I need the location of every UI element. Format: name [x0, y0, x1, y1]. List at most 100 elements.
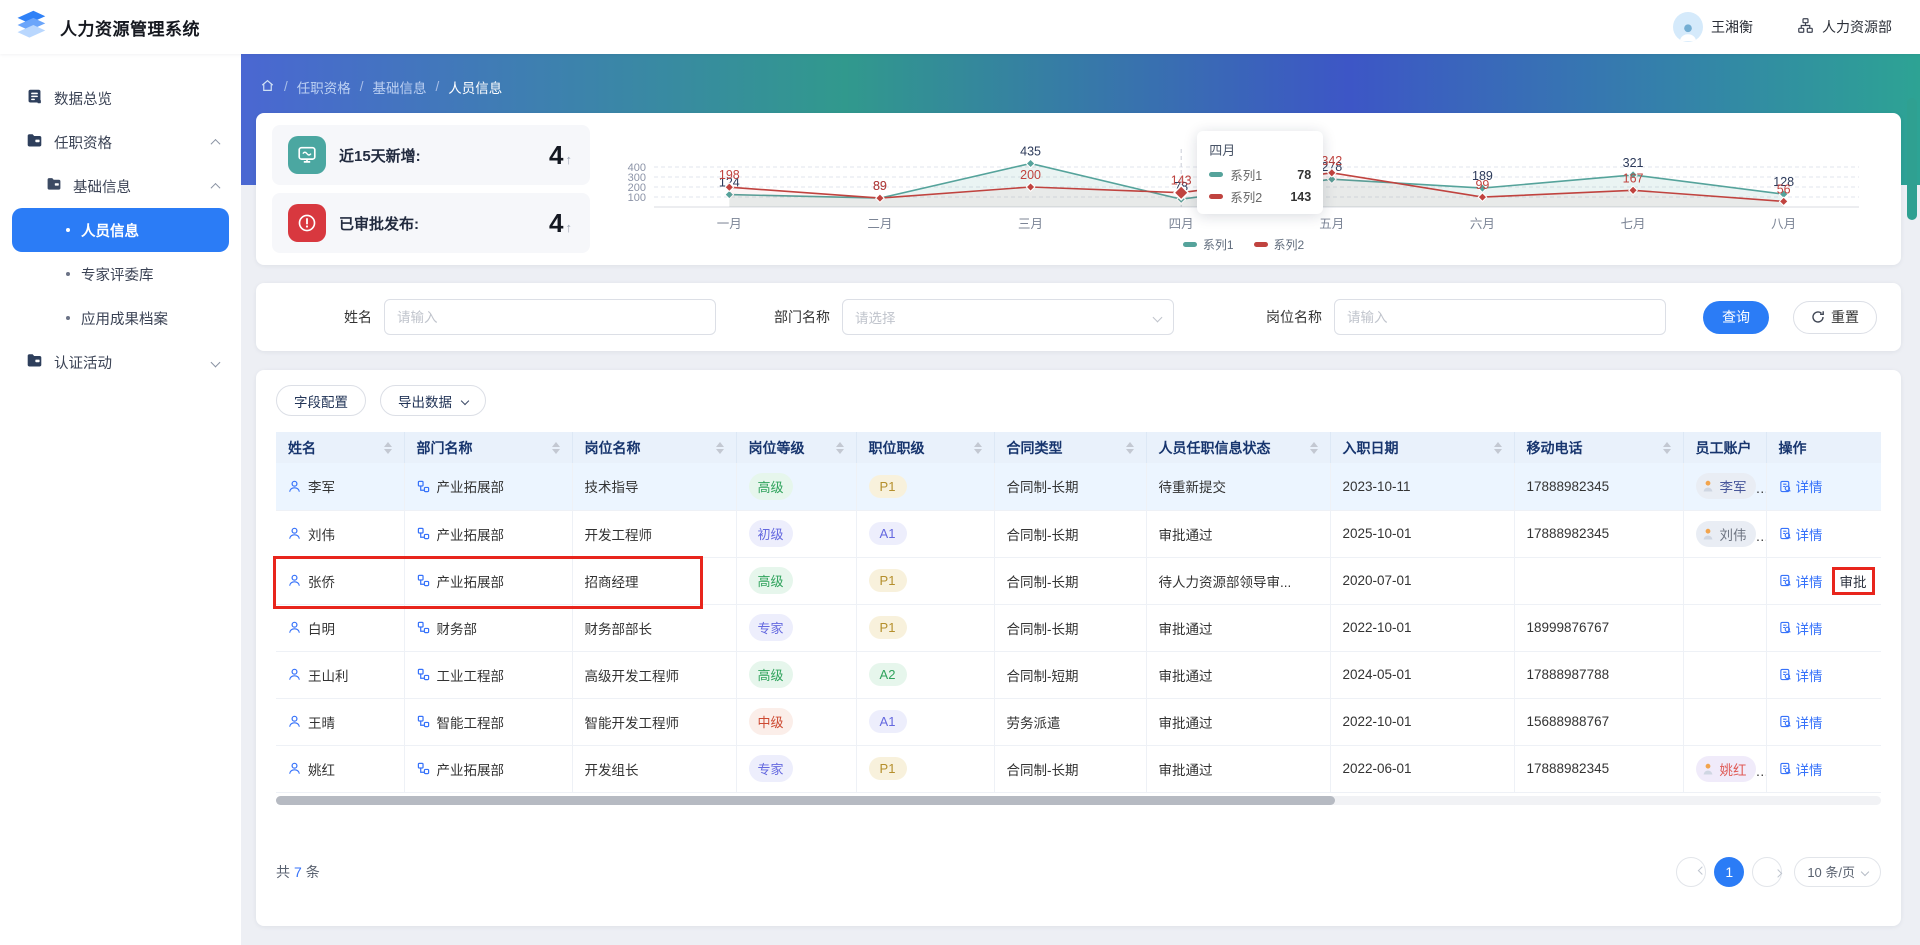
table-row[interactable]: 刘伟 产业拓展部 开发工程师 初级 A1 合同制-长期 审批通过 2025-10-01 1788…: [276, 510, 1881, 558]
query-button[interactable]: 查询: [1703, 300, 1769, 334]
page-size-select[interactable]: 10 条/页: [1794, 856, 1881, 887]
employee-account-tag: 刘伟: [1695, 520, 1756, 547]
svg-text:四月: 四月: [1169, 217, 1194, 231]
cell-level: P1: [856, 557, 995, 605]
field-config-button[interactable]: 字段配置: [276, 385, 366, 416]
detail-link[interactable]: 详情: [1779, 712, 1823, 732]
sort-asc-icon[interactable]: [383, 441, 392, 447]
detail-link[interactable]: 详情: [1779, 665, 1823, 685]
dashboard-icon: [26, 88, 43, 109]
sort-asc-icon[interactable]: [973, 441, 982, 447]
detail-link[interactable]: 详情: [1779, 759, 1823, 779]
column-header[interactable]: 职位职级: [856, 432, 995, 463]
detail-link[interactable]: 详情: [1779, 571, 1823, 591]
svg-text:89: 89: [873, 179, 887, 193]
dept-select[interactable]: 请选择: [842, 299, 1174, 335]
column-header[interactable]: 人员任职信息状态: [1146, 432, 1331, 463]
department-icon: [417, 621, 429, 634]
sort-desc-icon[interactable]: [1309, 448, 1318, 454]
person-icon: [289, 574, 300, 586]
detail-link[interactable]: 详情: [1779, 524, 1823, 544]
sort-asc-icon[interactable]: [1493, 441, 1502, 447]
cell-grade: 中级: [736, 698, 857, 746]
bullet-icon: [66, 228, 70, 232]
sidebar-item-data-overview[interactable]: 数据总览: [0, 76, 241, 120]
series1-swatch-icon: [1182, 241, 1197, 247]
cell-status: 审批通过: [1146, 510, 1331, 558]
table-row[interactable]: 姚红 产业拓展部 开发组长 专家 P1 合同制-长期 审批通过 2022-06-01 17888…: [276, 745, 1881, 793]
detail-link[interactable]: 详情: [1779, 476, 1823, 496]
column-header[interactable]: 移动电话: [1514, 432, 1684, 463]
breadcrumb-item[interactable]: 任职资格: [297, 77, 351, 97]
sidebar-item-achievement-archive[interactable]: 应用成果档案: [0, 296, 241, 340]
table-row[interactable]: 王山利 工业工程部 高级开发工程师 高级 A2 合同制-短期 审批通过 2024-05-01 1…: [276, 651, 1881, 699]
sort-icons[interactable]: [830, 441, 844, 454]
vertical-scrollbar-thumb[interactable]: [1907, 98, 1917, 220]
column-header[interactable]: 合同类型: [994, 432, 1147, 463]
sort-asc-icon[interactable]: [551, 441, 560, 447]
cell-grade: 专家: [736, 604, 857, 652]
column-header[interactable]: 岗位名称: [572, 432, 737, 463]
export-data-button[interactable]: 导出数据: [380, 385, 486, 416]
horizontal-scrollbar-thumb[interactable]: [276, 795, 1336, 805]
sort-icons[interactable]: [968, 441, 982, 454]
home-icon[interactable]: [260, 78, 275, 96]
sort-icons[interactable]: [710, 441, 724, 454]
table-row[interactable]: 李军 产业拓展部 技术指导 高级 P1 合同制-长期 待重新提交 2023-10-11 1788…: [276, 463, 1881, 511]
sort-desc-icon[interactable]: [973, 448, 982, 454]
person-icon: [289, 668, 300, 680]
column-header[interactable]: 入职日期: [1330, 432, 1515, 463]
column-header[interactable]: 姓名: [276, 432, 405, 463]
sort-desc-icon[interactable]: [835, 448, 844, 454]
sort-desc-icon[interactable]: [551, 448, 560, 454]
svg-text:七月: 七月: [1621, 217, 1646, 231]
detail-link[interactable]: 详情: [1779, 618, 1823, 638]
table-row[interactable]: 白明 财务部 财务部部长 专家 P1 合同制-长期 审批通过 2022-10-01 189998…: [276, 604, 1881, 652]
sort-asc-icon[interactable]: [835, 441, 844, 447]
sort-desc-icon[interactable]: [715, 448, 724, 454]
user-menu[interactable]: 王湘衡: [1673, 12, 1753, 42]
column-header: 操作: [1766, 432, 1881, 463]
sort-icons[interactable]: [1304, 441, 1318, 454]
sort-icons[interactable]: [1120, 441, 1134, 454]
sidebar-item-certification-activity[interactable]: 认证活动: [0, 340, 241, 384]
sort-asc-icon[interactable]: [1662, 441, 1671, 447]
sort-desc-icon[interactable]: [1493, 448, 1502, 454]
sidebar-item-expert-pool[interactable]: 专家评委库: [0, 252, 241, 296]
level-badge: A1: [868, 710, 907, 733]
sort-desc-icon[interactable]: [383, 448, 392, 454]
approve-link[interactable]: 审批: [1831, 566, 1875, 595]
post-input[interactable]: [1334, 299, 1666, 335]
sort-icons[interactable]: [378, 441, 392, 454]
sort-asc-icon[interactable]: [1125, 441, 1134, 447]
column-header[interactable]: 部门名称: [404, 432, 573, 463]
column-header[interactable]: 岗位等级: [736, 432, 857, 463]
sort-asc-icon[interactable]: [1309, 441, 1318, 447]
sort-icons[interactable]: [1657, 441, 1671, 454]
table-row[interactable]: 王晴 智能工程部 智能开发工程师 中级 A1 劳务派遣 审批通过 2022-10-01 1568…: [276, 698, 1881, 746]
table-row[interactable]: 张侨 产业拓展部 招商经理 高级 P1 合同制-长期 待人力资源部领导审... 2020-07…: [276, 557, 1881, 605]
breadcrumb-item[interactable]: 基础信息: [373, 77, 427, 97]
sidebar-item-basic-info[interactable]: 基础信息: [0, 164, 241, 208]
sort-asc-icon[interactable]: [715, 441, 724, 447]
current-page-button[interactable]: 1: [1714, 856, 1745, 887]
name-input[interactable]: [384, 299, 716, 335]
reset-button[interactable]: 重置: [1793, 300, 1877, 334]
next-page-button[interactable]: [1752, 856, 1783, 887]
cell-post: 开发工程师: [572, 510, 737, 558]
sort-icons[interactable]: [1488, 441, 1502, 454]
svg-text:435: 435: [1020, 145, 1041, 159]
sort-desc-icon[interactable]: [1662, 448, 1671, 454]
total-count: 共7条: [276, 863, 320, 880]
sidebar-item-personnel-info[interactable]: 人员信息: [12, 208, 229, 252]
employee-avatar-icon: [1703, 481, 1712, 492]
department-menu[interactable]: 人力资源部: [1797, 17, 1892, 37]
prev-page-button[interactable]: [1676, 856, 1707, 887]
tooltip-row: 系列2 143: [1209, 187, 1311, 206]
sidebar-item-qualification[interactable]: 任职资格: [0, 120, 241, 164]
legend-series1[interactable]: 系列1: [1182, 236, 1234, 253]
legend-series2[interactable]: 系列2: [1253, 236, 1304, 253]
brand: 人力资源管理系统: [12, 6, 200, 49]
sort-icons[interactable]: [546, 441, 560, 454]
sort-desc-icon[interactable]: [1125, 448, 1134, 454]
